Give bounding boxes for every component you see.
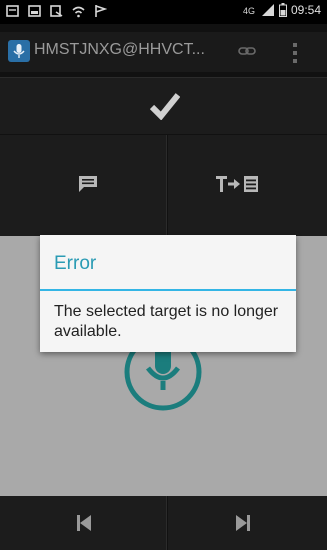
action-bar: HMSTJNXG@HHVCT...: [0, 32, 327, 72]
notification-gallery-icon: [28, 5, 41, 17]
network-type-label: 4G: [243, 6, 255, 16]
app-logo-mic-icon: [13, 44, 25, 58]
notification-screenshot-icon: [50, 5, 63, 17]
notification-flag-icon: [95, 5, 107, 17]
signal-icon: [261, 4, 274, 16]
link-icon[interactable]: [238, 44, 256, 58]
check-icon: [150, 93, 180, 120]
dialog-title: Error: [54, 253, 97, 274]
overflow-menu-icon[interactable]: [292, 42, 298, 64]
dialog-divider: [40, 289, 296, 291]
status-bar: 4G 09:54: [0, 0, 327, 24]
playback-navigation: [0, 496, 327, 550]
skip-previous-icon: [77, 515, 91, 531]
network-4g-icon: 4G: [243, 6, 255, 16]
phone-screen: 4G 09:54 HMSTJNXG@HHVCT... Error The sel…: [0, 0, 327, 550]
skip-next-icon: [236, 515, 250, 531]
notification-wifi-icon: [72, 6, 85, 18]
action-buttons-row: [0, 135, 327, 236]
dialog-message: The selected target is no longer availab…: [54, 303, 279, 340]
system-status: 4G 09:54: [243, 3, 321, 17]
notification-icons: [6, 4, 107, 18]
chat-button[interactable]: [0, 135, 167, 236]
clock: 09:54: [290, 3, 321, 17]
notification-edit-icon: [6, 5, 19, 17]
previous-button[interactable]: [0, 496, 167, 550]
error-dialog: Error The selected target is no longer a…: [40, 235, 296, 352]
app-title: HMSTJNXG@HHVCT...: [34, 41, 205, 58]
next-button[interactable]: [168, 496, 327, 550]
confirm-button[interactable]: [0, 77, 327, 134]
battery-icon: [278, 3, 287, 17]
chat-icon: [79, 176, 97, 192]
app-logo-icon[interactable]: [8, 40, 30, 62]
text-to-document-button[interactable]: [168, 135, 327, 236]
text-to-document-icon: [216, 176, 258, 192]
